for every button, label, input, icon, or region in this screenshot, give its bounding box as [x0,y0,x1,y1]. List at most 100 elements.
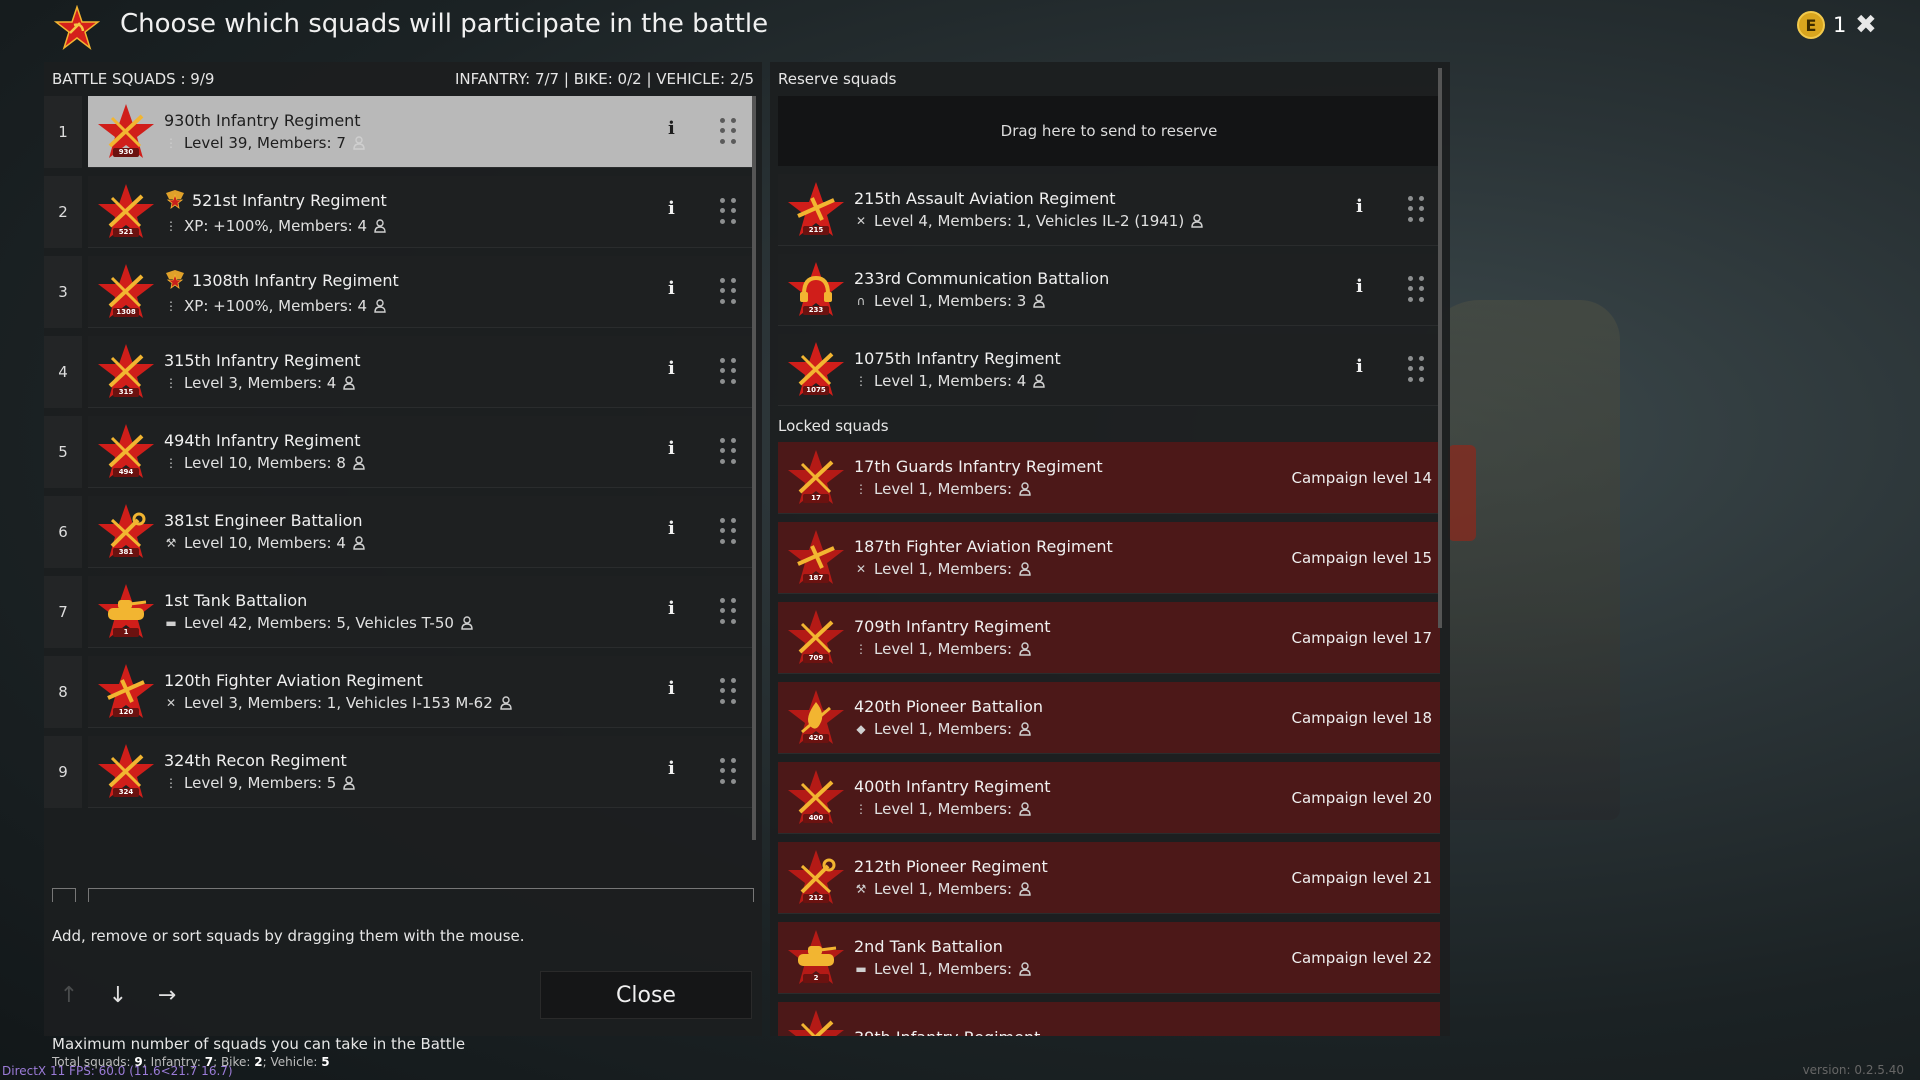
squad-emblem-number: 494 [118,467,134,476]
squad-name-line: 381st Engineer Battalion [164,511,366,530]
empty-squad-slot[interactable] [88,888,754,902]
squad-row[interactable]: 1 1st Tank Battalion ▬ Level 42, Members: 5… [88,576,752,648]
info-icon[interactable]: i [668,518,675,539]
drag-handle-icon[interactable] [720,278,736,304]
drag-handle-icon[interactable] [720,118,736,144]
locked-squad-row[interactable]: 39 39th Infantry Regiment [778,1002,1440,1036]
squad-emblem-rifle-icon: 709 [786,608,846,668]
squad-text: 521st Infantry Regiment ⋮ XP: +100%, Membe… [164,189,387,235]
locked-squad-row[interactable]: 420 420th Pioneer Battalion ◆ Level 1, Memb… [778,682,1440,754]
members-person-icon [352,536,366,550]
squad-type-rifle-icon: ⋮ [855,482,867,496]
squad-name: 420th Pioneer Battalion [854,697,1044,716]
move-right-button[interactable]: → [152,980,182,1010]
squad-text: 494th Infantry Regiment ⋮ Level 10, Member… [164,431,366,472]
squad-row[interactable]: 381 381st Engineer Battalion ⚒ Level 10, Me… [88,496,752,568]
move-up-button[interactable]: ↑ [54,980,84,1010]
squad-emblem-number: 381 [118,547,134,556]
squad-row[interactable]: 494 494th Infantry Regiment ⋮ Level 10, Mem… [88,416,752,488]
drag-handle-icon[interactable] [720,758,736,784]
members-person-icon [342,376,356,390]
locked-squad-row[interactable]: 17 17th Guards Infantry Regiment ⋮ Level 1,… [778,442,1440,514]
squad-row[interactable]: 324 324th Recon Regiment ⋮ Level 9, Members… [88,736,752,808]
squad-emblem-number: 2 [813,973,819,982]
squad-name: 324th Recon Regiment [164,751,347,770]
info-icon[interactable]: i [668,678,675,699]
squad-emblem-number: 315 [118,387,134,396]
locked-squad-row[interactable]: 187 187th Fighter Aviation Regiment ✕ Level… [778,522,1440,594]
squad-name-line: 315th Infantry Regiment [164,351,361,370]
info-icon[interactable]: i [668,278,675,299]
info-icon[interactable]: i [668,758,675,779]
close-window-icon[interactable]: ✖ [1855,10,1877,40]
squad-row[interactable]: 120 120th Fighter Aviation Regiment ✕ Level… [88,656,752,728]
members-person-icon [1018,562,1032,576]
squad-type-rifle-icon: ⋮ [855,802,867,816]
slot-number: 4 [44,336,82,408]
squad-name-line: 930th Infantry Regiment [164,111,366,130]
squad-name: 212th Pioneer Regiment [854,857,1048,876]
squad-meta: ◆ Level 1, Members: [854,720,1043,738]
squad-meta-text: Level 42, Members: 5, Vehicles T-50 [184,614,454,632]
squad-meta-text: Level 1, Members: [874,880,1013,898]
locked-squad-row[interactable]: 400 400th Infantry Regiment ⋮ Level 1, Memb… [778,762,1440,834]
move-down-button[interactable]: ↓ [103,980,133,1010]
squad-name-line: 187th Fighter Aviation Regiment [854,537,1113,556]
squad-emblem-rifle-icon: 39 [786,1008,846,1036]
info-icon[interactable]: i [668,198,675,219]
squad-emblem-rifle-icon: 930 [96,102,156,162]
locked-squad-row[interactable]: 709 709th Infantry Regiment ⋮ Level 1, Memb… [778,602,1440,674]
guards-medal-icon [164,269,186,293]
squad-name: 17th Guards Infantry Regiment [854,457,1103,476]
members-person-icon [373,298,387,313]
squad-name-line: 120th Fighter Aviation Regiment [164,671,513,690]
soviet-star-logo-icon [54,5,100,51]
squad-emblem-flame-icon: 420 [786,688,846,748]
squad-type-flame-icon: ◆ [856,722,866,736]
squad-name: 315th Infantry Regiment [164,351,361,370]
squad-row[interactable]: 1308 1308th Infantry Regiment ⋮ XP: +100%, … [88,256,752,328]
squad-type-rifle-icon: ⋮ [165,456,177,470]
squad-meta-text: Level 9, Members: 5 [184,774,337,792]
squad-row[interactable]: 930 930th Infantry Regiment ⋮ Level 39, Mem… [88,96,752,168]
info-icon[interactable]: i [668,438,675,459]
drag-hint-text: Add, remove or sort squads by dragging t… [52,927,525,945]
drag-handle-icon[interactable] [720,678,736,704]
squad-name: 381st Engineer Battalion [164,511,363,530]
background-soldier [1420,300,1620,820]
squad-row[interactable]: 315 315th Infantry Regiment ⋮ Level 3, Memb… [88,336,752,408]
drag-handle-icon[interactable] [720,358,736,384]
close-button[interactable]: Close [540,971,752,1019]
reserve-panel: Reserve squads Drag here to send to rese… [770,62,1450,1036]
squad-row[interactable]: 521 521st Infantry Regiment ⋮ XP: +100%, Me… [88,176,752,248]
drag-handle-icon[interactable] [720,438,736,464]
members-person-icon [1018,642,1032,656]
squad-type-rifle-icon: ⋮ [165,298,177,313]
battle-list-scrollbar[interactable] [752,96,756,840]
squad-text: 315th Infantry Regiment ⋮ Level 3, Members… [164,351,361,392]
info-icon[interactable]: i [668,118,675,139]
info-icon[interactable]: i [668,358,675,379]
squad-meta: ⋮ Level 1, Members: [854,640,1051,658]
drag-handle-icon[interactable] [720,598,736,624]
drag-handle-icon[interactable] [720,518,736,544]
locked-squad-row[interactable]: 2 2nd Tank Battalion ▬ Level 1, Members: Cam… [778,922,1440,994]
members-person-icon [373,218,387,233]
locked-squad-row[interactable]: 212 212th Pioneer Regiment ⚒ Level 1, Membe… [778,842,1440,914]
squad-meta-text: Level 1, Members: [874,720,1013,738]
reserve-list-scrollbar[interactable] [1438,68,1442,628]
squad-text: 420th Pioneer Battalion ◆ Level 1, Members… [854,697,1043,738]
squad-meta-text: Level 1, Members: [874,560,1013,578]
fps-counter: DirectX 11 FPS: 60.0 (11.6<21.7 16.7) [2,1064,233,1078]
squad-name: 521st Infantry Regiment [192,191,387,210]
squad-name: 2nd Tank Battalion [854,937,1003,956]
squad-name: 1st Tank Battalion [164,591,308,610]
currency-display: E 1 [1797,11,1846,39]
squad-meta: ⋮ Level 3, Members: 4 [164,374,361,392]
header: Choose which squads will participate in … [0,0,1920,54]
slot-number: 2 [44,176,82,248]
drag-handle-icon[interactable] [720,198,736,224]
squad-name-line: 400th Infantry Regiment [854,777,1051,796]
squad-type-wrench-icon: ⚒ [855,882,867,896]
info-icon[interactable]: i [668,598,675,619]
